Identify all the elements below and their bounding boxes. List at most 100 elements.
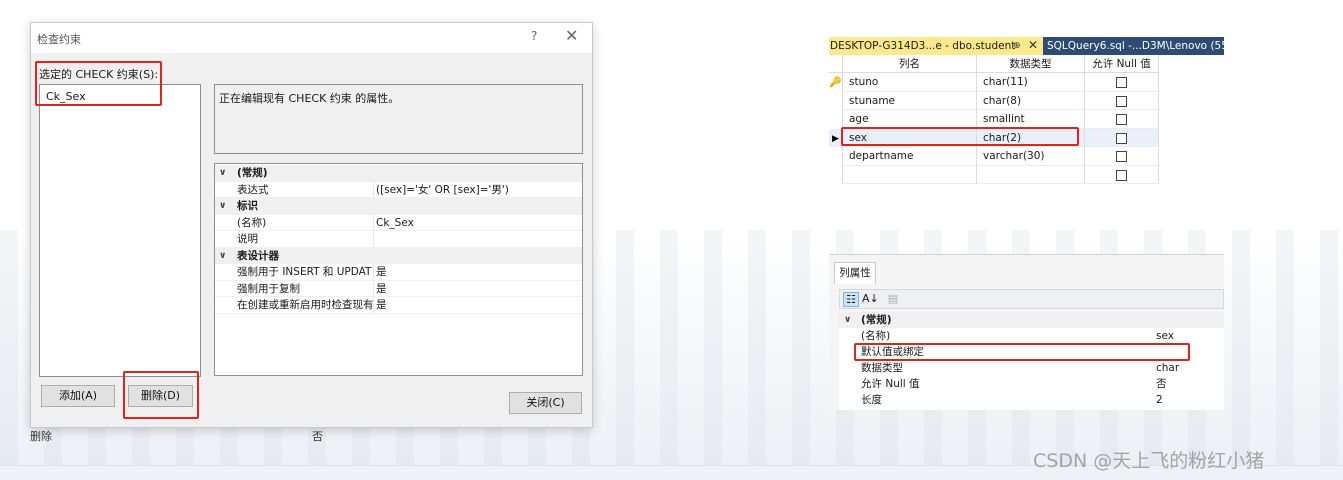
description-text: 正在编辑现有 CHECK 约束 的属性。 [219,92,400,105]
property-row[interactable]: 长度 2 [839,392,1224,408]
allow-nulls-checkbox[interactable] [1116,151,1127,162]
property-row[interactable]: 在创建或重新启用时检查现有是 [215,297,582,314]
property-value[interactable]: Ck_Sex [376,215,414,231]
properties-toolbar: ☷ A↓ ▤ [839,289,1224,309]
table-row[interactable]: stuname char(8) [829,91,1159,110]
allow-nulls-checkbox[interactable] [1116,132,1127,144]
tab-sqlquery6[interactable]: SQLQuery6.sql -...D3M\Lenovo (55) [1043,37,1224,55]
background-text: 否 [312,430,323,443]
property-value[interactable]: 是 [376,297,387,313]
row-selector[interactable] [829,165,843,184]
property-category: ∨ (常规) [839,312,1224,328]
property-name: 长度 [861,394,882,406]
allow-nulls-header: 允许 Null 值 [1085,55,1159,73]
table-row[interactable]: departname varchar(30) [829,147,1159,166]
property-name: 强制用于复制 [237,282,300,295]
property-pages-icon[interactable]: ▤ [885,292,901,307]
primary-key-icon: 🔑 [829,77,842,88]
allow-nulls-cell [1085,110,1159,129]
property-name: (常规) [861,314,892,326]
property-name: 数据类型 [861,362,903,374]
row-selector[interactable]: ▶ [829,128,843,147]
data-type-cell[interactable]: char(2) [977,128,1085,147]
table-row[interactable]: 🔑 stuno char(11) [829,73,1159,92]
add-button[interactable]: 添加(A) [41,385,115,407]
data-type-cell[interactable]: char(8) [977,91,1085,110]
property-name: 默认值或绑定 [861,346,924,358]
background-text: 删除 [30,430,52,443]
column-name-cell[interactable]: age [843,110,977,129]
expand-icon[interactable]: ∨ [219,198,226,214]
property-row[interactable]: 数据类型 char [839,360,1224,376]
property-value[interactable]: 是 [376,281,387,297]
help-icon[interactable]: ? [531,29,537,43]
property-row[interactable]: 默认值或绑定 [839,344,1224,360]
property-name: 表达式 [237,183,269,196]
constraints-list[interactable]: Ck_Sex [39,84,201,377]
allow-nulls-cell [1085,165,1159,184]
property-value[interactable]: char [1156,360,1179,376]
property-row[interactable]: 表达式 ([sex]='女' OR [sex]='男') [215,181,582,198]
property-row[interactable]: 强制用于 INSERT 和 UPDAT 是 [215,264,582,281]
table-row[interactable] [829,165,1159,184]
column-properties-grid: ∨ (常规) (名称) sex 默认值或绑定 数据类型 char 允许 Null 值 否长度 2 [839,312,1224,410]
property-value[interactable]: sex [1156,328,1174,344]
property-name: (名称) [237,216,267,229]
data-type-cell[interactable]: varchar(30) [977,147,1085,166]
dialog-title: 检查约束 [37,33,81,46]
close-icon[interactable]: ✕ [565,26,578,45]
property-name: (名称) [861,330,891,342]
data-type-cell[interactable]: char(11) [977,73,1085,92]
property-row[interactable]: 说明 [215,231,582,248]
expand-icon[interactable]: ∨ [219,165,226,181]
tab-close-icon[interactable]: ✕ [1028,36,1038,54]
allow-nulls-cell [1085,147,1159,166]
delete-button[interactable]: 删除(D) [128,385,193,407]
list-item[interactable]: Ck_Sex [46,90,86,103]
column-name-cell[interactable]: stuname [843,91,977,110]
allow-nulls-checkbox[interactable] [1116,114,1127,125]
allow-nulls-checkbox[interactable] [1116,77,1127,88]
row-selector[interactable] [829,110,843,129]
watermark: CSDN @天上飞的粉红小猪 [1033,450,1265,472]
table-row[interactable]: age smallint [829,110,1159,129]
allow-nulls-checkbox[interactable] [1116,169,1127,181]
dialog-titlebar: 检查约束 ? ✕ [31,23,592,53]
property-row[interactable]: 强制用于复制 是 [215,280,582,297]
expand-icon[interactable]: ∨ [219,248,226,264]
table-row[interactable]: ▶ sex char(2) [829,128,1159,147]
property-row[interactable]: (名称) Ck_Sex [215,214,582,231]
property-row[interactable]: 允许 Null 值 否 [839,376,1224,392]
pin-icon[interactable]: ⊕ [1013,37,1021,55]
check-constraints-dialog: 检查约束 ? ✕ 选定的 CHECK 约束(S): Ck_Sex 正在编辑现有 … [30,22,593,428]
property-value[interactable]: 否 [1156,376,1167,392]
row-selector[interactable]: 🔑 [829,73,843,92]
expand-icon[interactable]: ∨ [844,312,851,328]
row-selector[interactable] [829,147,843,166]
property-value[interactable]: 2 [1156,392,1163,408]
column-name-cell[interactable] [843,165,977,184]
allow-nulls-cell [1085,128,1159,147]
property-name: 允许 Null 值 [861,378,920,390]
column-name-cell[interactable]: sex [843,128,977,147]
column-name-cell[interactable]: stuno [843,73,977,92]
property-value[interactable]: 是 [376,264,387,280]
tab-dbo-student[interactable]: DESKTOP-G314D3...e - dbo.student ⊕ ✕ [829,37,1043,55]
alphabetical-icon[interactable]: A↓ [862,292,879,307]
property-name: (常规) [237,167,268,179]
categorized-icon[interactable]: ☷ [843,292,859,307]
data-type-cell[interactable]: smallint [977,110,1085,129]
property-value[interactable]: ([sex]='女' OR [sex]='男') [376,182,509,198]
property-name: 在创建或重新启用时检查现有 [237,299,373,311]
property-row[interactable]: (名称) sex [839,328,1224,344]
row-selector[interactable] [829,91,843,110]
tab-column-properties[interactable]: 列属性 [834,262,876,284]
column-name-cell[interactable]: departname [843,147,977,166]
property-name: 标识 [237,200,258,212]
document-tab-strip: DESKTOP-G314D3...e - dbo.student ⊕ ✕ SQL… [829,37,1224,55]
property-name: 强制用于 INSERT 和 UPDAT [237,266,372,278]
allow-nulls-checkbox[interactable] [1116,95,1127,107]
data-type-cell[interactable] [977,165,1085,184]
property-category: ∨ 表设计器 [215,247,582,264]
close-button[interactable]: 关闭(C) [509,392,582,414]
